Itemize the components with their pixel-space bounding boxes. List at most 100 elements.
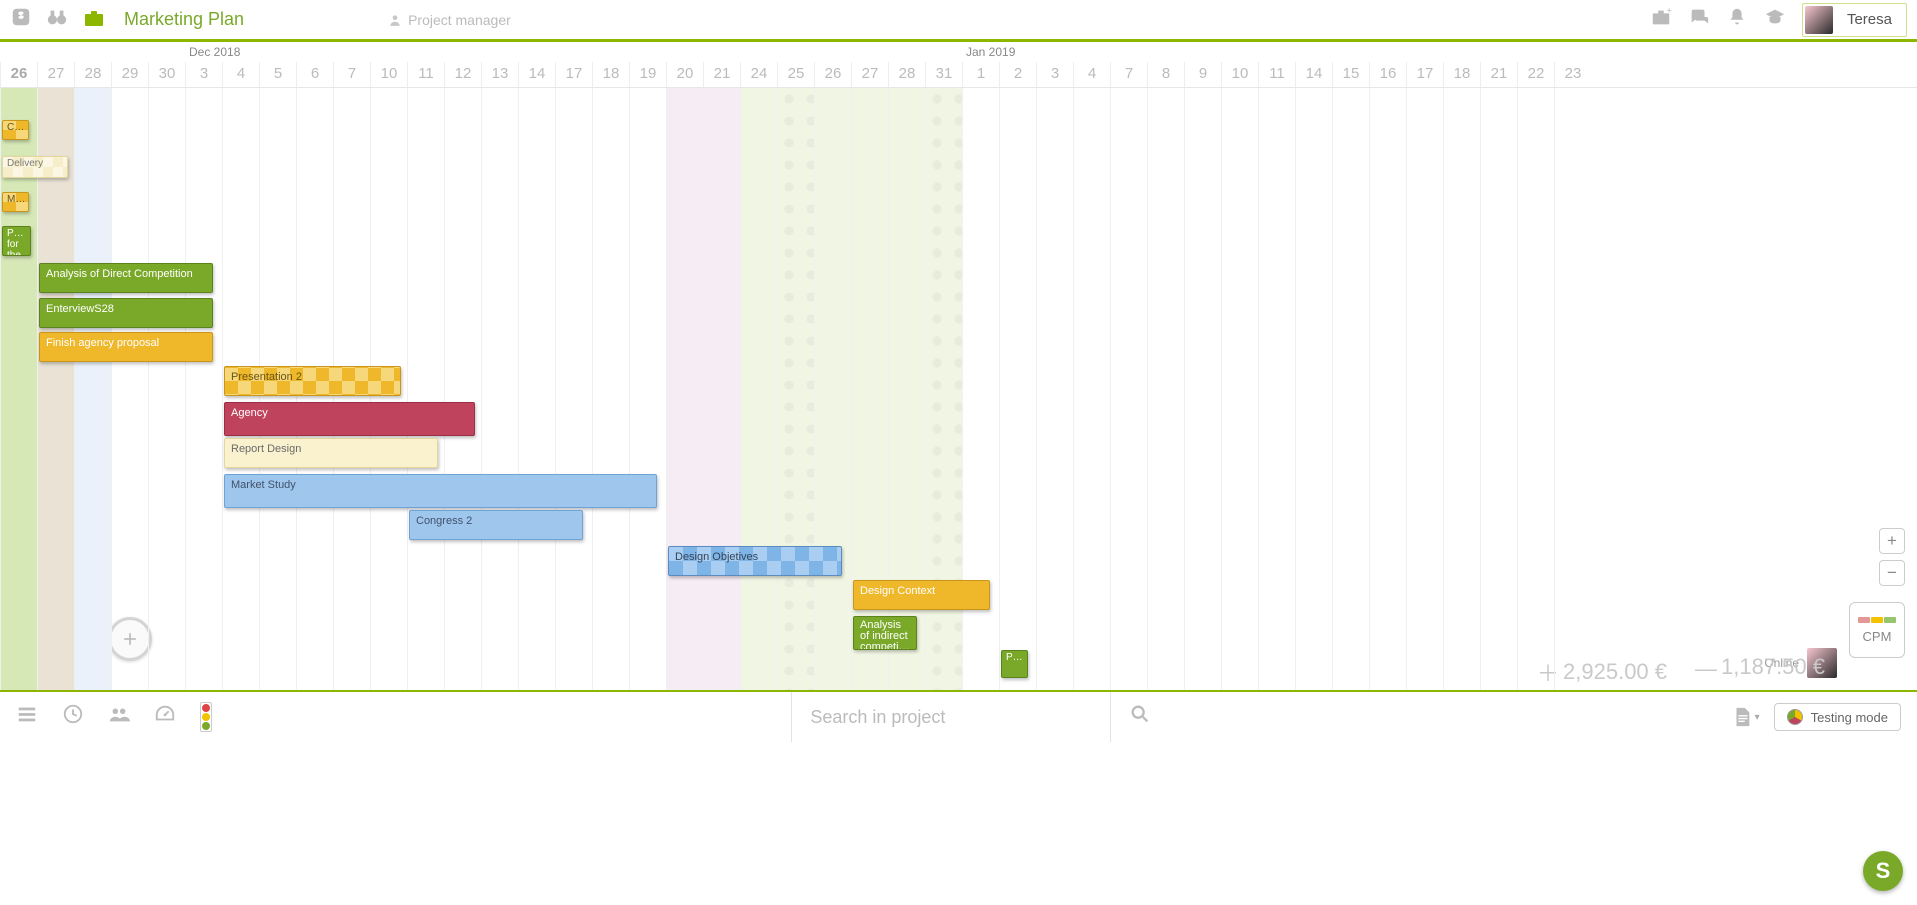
- day-header-cell[interactable]: 1: [962, 62, 999, 87]
- day-header-cell[interactable]: 10: [1221, 62, 1258, 87]
- day-header-cell[interactable]: 29: [111, 62, 148, 87]
- day-header-cell[interactable]: 6: [296, 62, 333, 87]
- day-column[interactable]: [111, 88, 148, 690]
- briefcase-icon[interactable]: [82, 6, 106, 33]
- search-input[interactable]: [810, 707, 1092, 728]
- day-header-cell[interactable]: 18: [1443, 62, 1480, 87]
- day-header-cell[interactable]: 19: [629, 62, 666, 87]
- day-header-cell[interactable]: 17: [1406, 62, 1443, 87]
- day-header-cell[interactable]: 20: [666, 62, 703, 87]
- day-column[interactable]: [481, 88, 518, 690]
- binoculars-icon[interactable]: [46, 6, 68, 34]
- task-bar[interactable]: EnterviewS28: [39, 298, 213, 328]
- day-header-cell[interactable]: 7: [333, 62, 370, 87]
- day-header-cell[interactable]: 10: [370, 62, 407, 87]
- team-icon[interactable]: [108, 703, 130, 731]
- day-column[interactable]: [1517, 88, 1554, 690]
- day-column[interactable]: [1110, 88, 1147, 690]
- day-header-cell[interactable]: 28: [888, 62, 925, 87]
- day-header-cell[interactable]: 8: [1147, 62, 1184, 87]
- day-column[interactable]: [1147, 88, 1184, 690]
- day-column[interactable]: [37, 88, 74, 690]
- day-header-cell[interactable]: 15: [1332, 62, 1369, 87]
- day-header-cell[interactable]: 9: [1184, 62, 1221, 87]
- project-manager-label[interactable]: Project manager: [388, 12, 511, 28]
- task-bar[interactable]: Design Objetives: [668, 546, 842, 576]
- day-header-cell[interactable]: 25: [777, 62, 814, 87]
- day-column[interactable]: [1184, 88, 1221, 690]
- day-header-cell[interactable]: 12: [444, 62, 481, 87]
- document-menu-icon[interactable]: ▾: [1731, 706, 1760, 728]
- day-column[interactable]: [740, 88, 777, 690]
- day-column[interactable]: [703, 88, 740, 690]
- day-column[interactable]: [1554, 88, 1591, 690]
- day-column[interactable]: [592, 88, 629, 690]
- day-column[interactable]: [444, 88, 481, 690]
- day-column[interactable]: [1369, 88, 1406, 690]
- day-header-cell[interactable]: 3: [185, 62, 222, 87]
- day-header-cell[interactable]: 11: [1258, 62, 1295, 87]
- day-header-cell[interactable]: 18: [592, 62, 629, 87]
- day-header-cell[interactable]: 14: [518, 62, 555, 87]
- dashboard-icon[interactable]: [154, 703, 176, 731]
- day-column[interactable]: [777, 88, 814, 690]
- bell-icon[interactable]: [1726, 6, 1748, 34]
- clock-icon[interactable]: [62, 703, 84, 731]
- day-header-cell[interactable]: 13: [481, 62, 518, 87]
- day-column[interactable]: [0, 88, 37, 690]
- day-header-cell[interactable]: 7: [1110, 62, 1147, 87]
- day-column[interactable]: [148, 88, 185, 690]
- task-bar[interactable]: Finish agency proposal: [39, 332, 213, 362]
- day-column[interactable]: [1406, 88, 1443, 690]
- task-bar[interactable]: Pre... for the: [2, 226, 31, 256]
- day-column[interactable]: [1295, 88, 1332, 690]
- day-column[interactable]: [666, 88, 703, 690]
- day-header-cell[interactable]: 30: [148, 62, 185, 87]
- task-bar[interactable]: Agency: [224, 402, 475, 436]
- task-bar[interactable]: Market Study: [224, 474, 657, 508]
- day-header-cell[interactable]: 26: [814, 62, 851, 87]
- traffic-light-icon[interactable]: [200, 702, 212, 732]
- zoom-in-button[interactable]: +: [1879, 528, 1905, 554]
- task-bar[interactable]: Delivery: [2, 156, 68, 178]
- day-column[interactable]: [1073, 88, 1110, 690]
- day-header-cell[interactable]: 14: [1295, 62, 1332, 87]
- testing-mode-button[interactable]: Testing mode: [1774, 703, 1901, 731]
- task-bar[interactable]: Design Context: [853, 580, 990, 610]
- day-header-cell[interactable]: 17: [555, 62, 592, 87]
- day-column[interactable]: [555, 88, 592, 690]
- chat-icon[interactable]: [1688, 6, 1710, 34]
- day-header-cell[interactable]: 21: [1480, 62, 1517, 87]
- day-header-cell[interactable]: 2: [999, 62, 1036, 87]
- day-header-cell[interactable]: 21: [703, 62, 740, 87]
- day-header-cell[interactable]: 16: [1369, 62, 1406, 87]
- day-column[interactable]: [1332, 88, 1369, 690]
- day-header-cell[interactable]: 5: [259, 62, 296, 87]
- logo-icon[interactable]: [10, 6, 32, 34]
- day-column[interactable]: [407, 88, 444, 690]
- day-header-cell[interactable]: 26: [0, 62, 37, 87]
- task-bar[interactable]: Congress 2: [409, 510, 583, 540]
- day-header-cell[interactable]: 11: [407, 62, 444, 87]
- add-project-icon[interactable]: +: [1650, 6, 1672, 34]
- project-title[interactable]: Marketing Plan: [124, 9, 244, 30]
- task-bar[interactable]: Pre...: [1001, 650, 1028, 678]
- task-bar[interactable]: Presentation 2: [224, 366, 401, 396]
- graduation-icon[interactable]: [1764, 6, 1786, 34]
- day-header-cell[interactable]: 3: [1036, 62, 1073, 87]
- task-bar[interactable]: Analysis of Direct Competition: [39, 263, 213, 293]
- day-header-cell[interactable]: 4: [1073, 62, 1110, 87]
- day-column[interactable]: [1221, 88, 1258, 690]
- cpm-button[interactable]: CPM: [1849, 602, 1905, 658]
- task-bar[interactable]: Report Design: [224, 438, 438, 468]
- day-header-cell[interactable]: 28: [74, 62, 111, 87]
- day-header-cell[interactable]: 27: [851, 62, 888, 87]
- task-bar[interactable]: Me...: [2, 192, 29, 212]
- task-bar[interactable]: Analysis of indirect competition: [853, 616, 917, 650]
- day-column[interactable]: [74, 88, 111, 690]
- user-menu[interactable]: Teresa: [1802, 3, 1907, 37]
- day-header-cell[interactable]: 22: [1517, 62, 1554, 87]
- timeline[interactable]: Dec 2018Jan 2019 26272829303456710111213…: [0, 42, 1917, 690]
- day-header-cell[interactable]: 24: [740, 62, 777, 87]
- task-bar[interactable]: Co...: [2, 120, 29, 140]
